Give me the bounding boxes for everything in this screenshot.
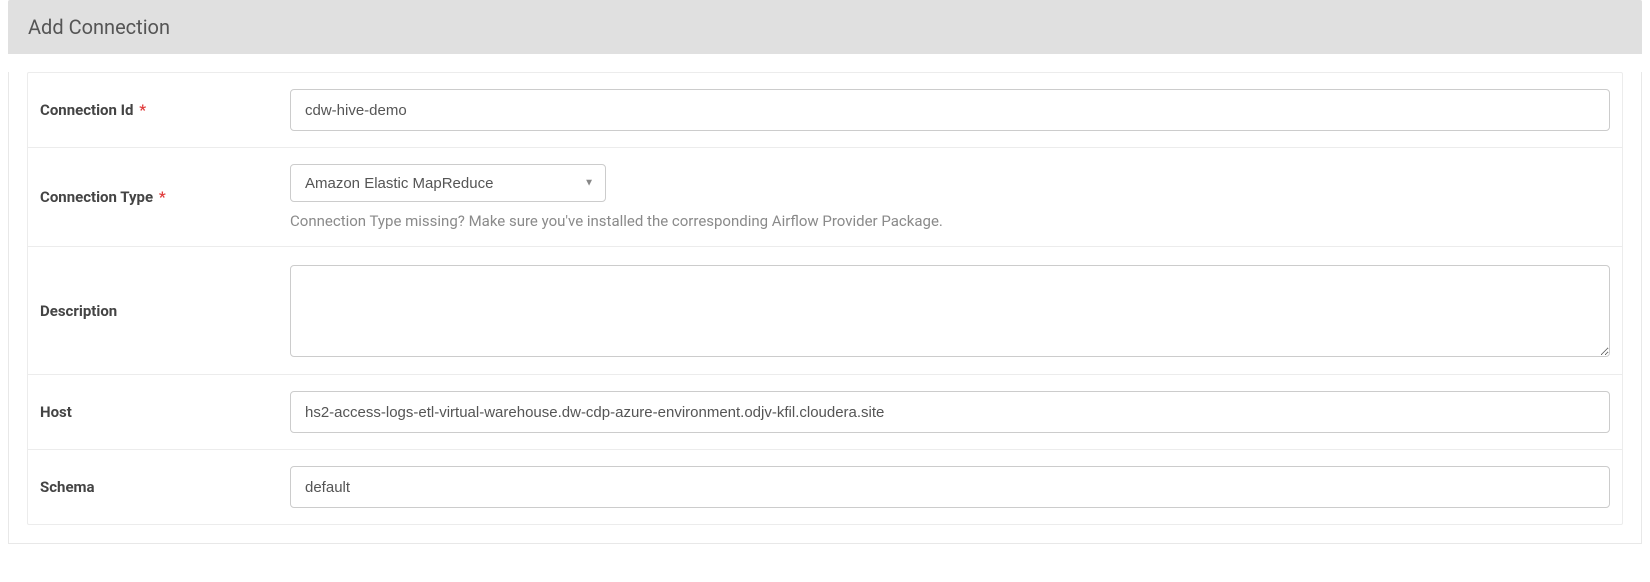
host-input[interactable] [290, 391, 1610, 433]
required-asterisk: * [159, 188, 166, 206]
panel-body: Connection Id * Connection Type * Amazon… [8, 72, 1642, 544]
label-connection-id-text: Connection Id [40, 101, 134, 119]
connection-id-input[interactable] [290, 89, 1610, 131]
row-connection-type: Connection Type * Amazon Elastic MapRedu… [28, 148, 1622, 247]
description-textarea[interactable] [290, 265, 1610, 357]
row-connection-id: Connection Id * [28, 73, 1622, 148]
label-connection-type: Connection Type * [40, 188, 290, 206]
label-schema: Schema [40, 478, 290, 496]
connection-type-select[interactable]: Amazon Elastic MapReduce [290, 164, 606, 202]
label-connection-type-text: Connection Type [40, 188, 153, 206]
label-host: Host [40, 403, 290, 421]
row-host: Host [28, 375, 1622, 450]
row-schema: Schema [28, 450, 1622, 524]
schema-input[interactable] [290, 466, 1610, 508]
page-title: Add Connection [28, 15, 1622, 39]
row-description: Description [28, 247, 1622, 375]
label-description: Description [40, 302, 290, 320]
required-asterisk: * [139, 101, 146, 119]
label-connection-id: Connection Id * [40, 101, 290, 119]
connection-type-help-text: Connection Type missing? Make sure you'v… [290, 212, 1610, 230]
panel-header: Add Connection [8, 0, 1642, 54]
